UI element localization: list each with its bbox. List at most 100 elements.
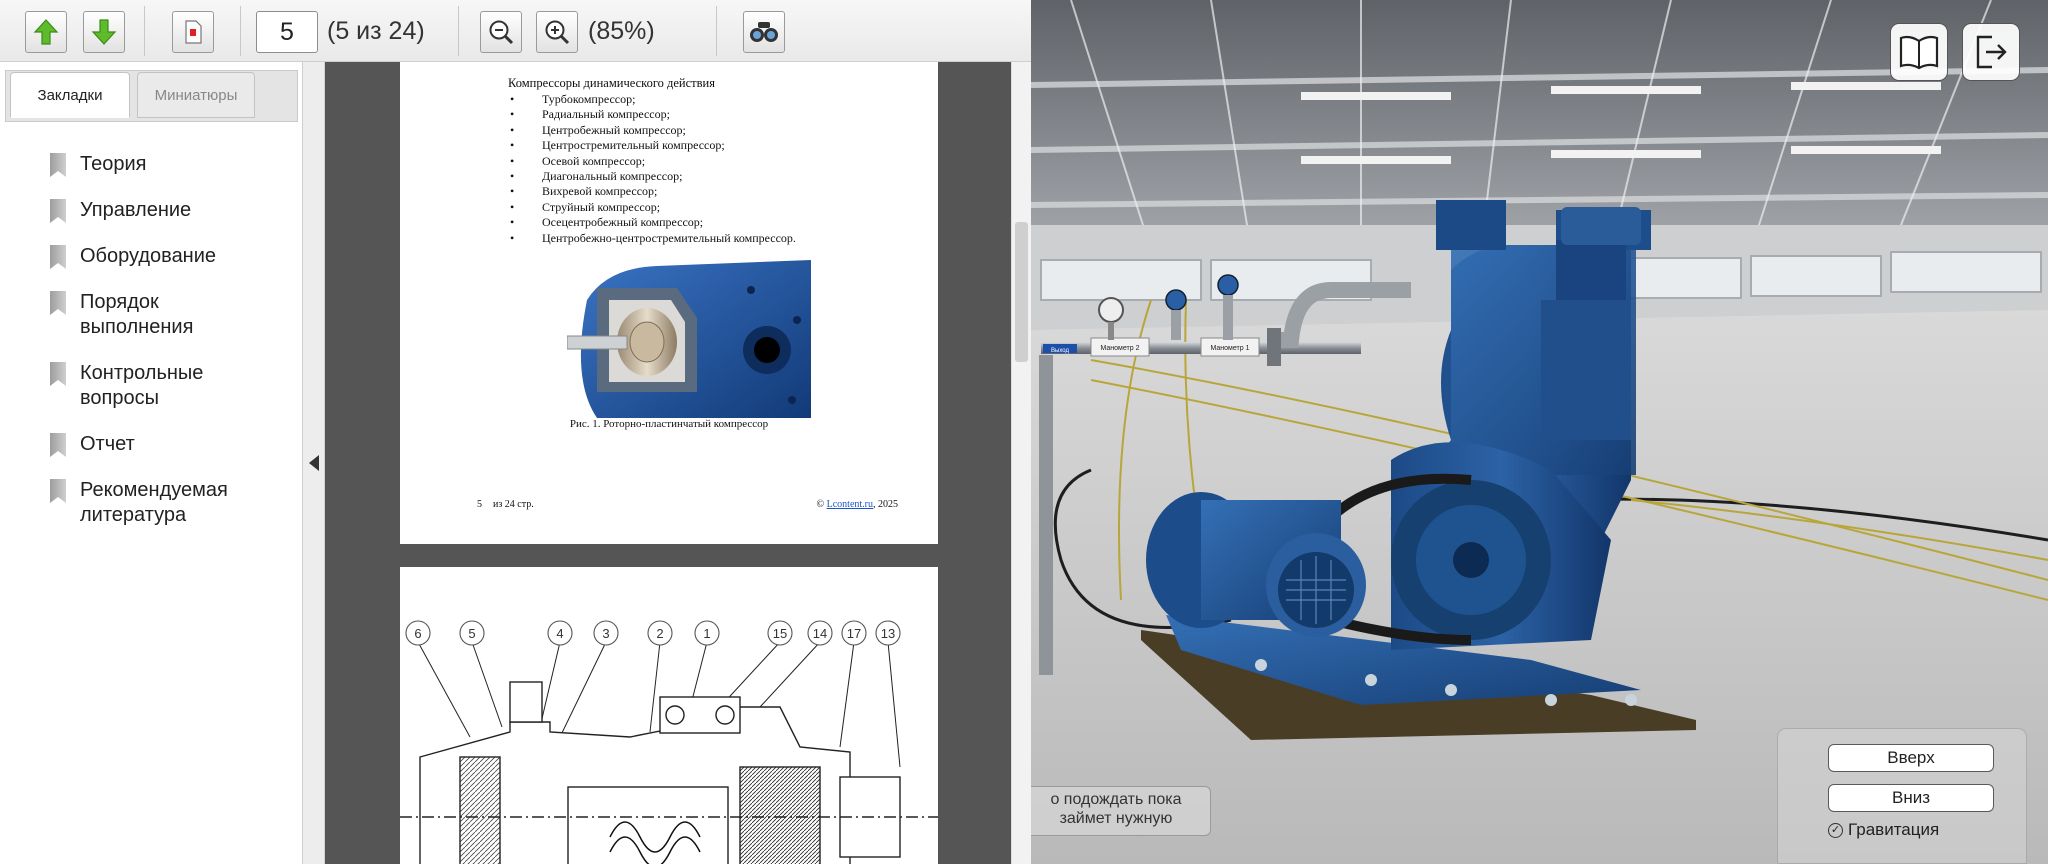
simulation-viewport[interactable]: Выход Манометр 2 Манометр 1 о подождать … xyxy=(1031,0,2048,864)
scrollbar-thumb[interactable] xyxy=(1015,222,1028,362)
gravity-label: Гравитация xyxy=(1848,820,1940,839)
list-item: Диагональный компрессор; xyxy=(510,169,796,185)
footer-page-of: из 24 стр. xyxy=(493,499,534,510)
bookmark-literature[interactable]: Рекомендуемая литература xyxy=(50,478,250,528)
bookmark-icon xyxy=(50,153,66,177)
callout-label: 17 xyxy=(847,626,861,641)
callout-label: 14 xyxy=(813,626,827,641)
bookmark-control[interactable]: Управление xyxy=(50,198,300,223)
toolbar-separator xyxy=(144,6,145,56)
compressor-list: Турбокомпрессор; Радиальный компрессор; … xyxy=(510,92,796,246)
compressor-figure xyxy=(566,260,811,418)
list-item: Центробежно-центростремительный компресс… xyxy=(510,231,796,247)
bookmark-label: Контрольные вопросы xyxy=(80,362,204,409)
list-item: Струйный компрессор; xyxy=(510,200,796,216)
callout-label: 4 xyxy=(556,626,563,641)
bookmark-icon xyxy=(50,199,66,223)
zoom-in-button[interactable] xyxy=(536,11,578,53)
bookmark-theory[interactable]: Теория xyxy=(50,152,300,177)
exit-icon xyxy=(1976,35,2007,69)
list-item: Вихревой компрессор; xyxy=(510,184,796,200)
print-button[interactable] xyxy=(172,11,214,53)
sidebar-collapse-handle[interactable] xyxy=(303,62,325,864)
document-area[interactable]: Компрессоры динамического действия Турбо… xyxy=(325,62,1011,864)
page-number-input[interactable] xyxy=(256,11,318,53)
bookmark-icon xyxy=(50,362,66,386)
list-item: Центростремительный компрессор; xyxy=(510,138,796,154)
hint-tooltip: о подождать пока займет нужную xyxy=(1031,786,1211,836)
page-counter: (5 из 24) xyxy=(327,17,425,45)
callout-label: 1 xyxy=(703,626,710,641)
move-up-button[interactable]: Вверх xyxy=(1828,744,1994,772)
tab-thumbnails[interactable]: Миниатюры xyxy=(137,72,255,118)
zoom-in-icon xyxy=(545,20,570,45)
app-window: (5 из 24) (85%) Закладки Миниатюры Теори… xyxy=(0,0,2048,864)
bookmark-label: Оборудование xyxy=(80,245,217,267)
book-icon xyxy=(1899,35,1939,70)
callout-label: 3 xyxy=(602,626,609,641)
list-item: Радиальный компрессор; xyxy=(510,107,796,123)
toolbar-separator xyxy=(716,6,717,56)
callout-label: 15 xyxy=(773,626,787,641)
document-scrollbar[interactable] xyxy=(1011,62,1031,864)
copyright-link[interactable]: Lcontent.ru xyxy=(827,499,873,510)
bookmark-label: Теория xyxy=(80,153,147,175)
bookmark-questions[interactable]: Контрольные вопросы xyxy=(50,361,204,411)
gravity-toggle[interactable]: ✓ Гравитация xyxy=(1828,820,1939,840)
list-item: Осецентробежный компрессор; xyxy=(510,215,796,231)
viewer-toolbar: (5 из 24) (85%) xyxy=(0,0,1031,62)
binoculars-icon xyxy=(750,22,778,42)
list-item: Центробежный компрессор; xyxy=(510,123,796,139)
document-page: 6 5 4 3 2 1 15 14 17 13 xyxy=(400,567,938,864)
callout-label: 2 xyxy=(656,626,663,641)
copyright-year: , 2025 xyxy=(873,499,898,510)
camera-control-panel: Вверх Вниз ✓ Гравитация xyxy=(1777,728,2027,864)
callout-label: 6 xyxy=(414,626,421,641)
bookmarks-sidebar: Закладки Миниатюры Теория Управление Обо… xyxy=(0,62,303,864)
toolbar-separator xyxy=(240,6,241,56)
footer-copyright: © Lcontent.ru, 2025 xyxy=(817,499,898,510)
zoom-out-icon xyxy=(489,20,514,45)
document-page: Компрессоры динамического действия Турбо… xyxy=(400,62,938,544)
zoom-level: (85%) xyxy=(588,17,655,45)
bookmark-label: Рекомендуемая литература xyxy=(80,479,228,526)
bookmark-equipment[interactable]: Оборудование xyxy=(50,244,300,269)
bookmark-label: Управление xyxy=(80,199,192,221)
arrow-up-icon xyxy=(33,19,59,45)
find-button[interactable] xyxy=(743,11,785,53)
move-down-button[interactable]: Вниз xyxy=(1828,784,1994,812)
technical-drawing: 6 5 4 3 2 1 15 14 17 13 xyxy=(400,620,938,864)
toolbar-separator xyxy=(458,6,459,56)
document-icon xyxy=(185,20,202,44)
bookmark-icon xyxy=(50,433,66,457)
previous-page-button[interactable] xyxy=(25,11,67,53)
bookmark-procedure[interactable]: Порядок выполнения xyxy=(50,290,200,340)
bookmark-icon xyxy=(50,479,66,503)
pipe-tag: Выход xyxy=(1051,348,1069,354)
callout-label: 5 xyxy=(468,626,475,641)
pdf-viewer: (5 из 24) (85%) Закладки Миниатюры Теори… xyxy=(0,0,1031,864)
chevron-left-icon xyxy=(308,455,319,471)
bookmark-label: Отчет xyxy=(80,433,135,455)
copyright-sign: © xyxy=(816,499,825,510)
bookmark-icon xyxy=(50,245,66,269)
list-item: Турбокомпрессор; xyxy=(510,92,796,108)
list-item: Осевой компрессор; xyxy=(510,154,796,170)
next-page-button[interactable] xyxy=(83,11,125,53)
footer-page-number: 5 xyxy=(477,499,482,510)
arrow-down-icon xyxy=(91,19,117,45)
tab-bookmarks[interactable]: Закладки xyxy=(10,72,130,118)
exit-button[interactable] xyxy=(1962,23,2020,81)
bookmark-list: Теория Управление Оборудование Порядок в… xyxy=(50,152,300,549)
callout-label: 13 xyxy=(881,626,895,641)
bookmark-report[interactable]: Отчет xyxy=(50,432,300,457)
check-circle-icon[interactable]: ✓ xyxy=(1828,822,1843,838)
gauge-label: Манометр 1 xyxy=(1211,345,1250,352)
bookmark-label: Порядок выполнения xyxy=(80,291,194,338)
figure-caption: Рис. 1. Роторно-пластинчатый компрессор xyxy=(569,418,769,430)
bookmark-icon xyxy=(50,291,66,315)
section-title: Компрессоры динамического действия xyxy=(508,76,715,90)
gauge-label: Манометр 2 xyxy=(1101,345,1140,352)
open-manual-button[interactable] xyxy=(1890,23,1948,81)
zoom-out-button[interactable] xyxy=(480,11,522,53)
